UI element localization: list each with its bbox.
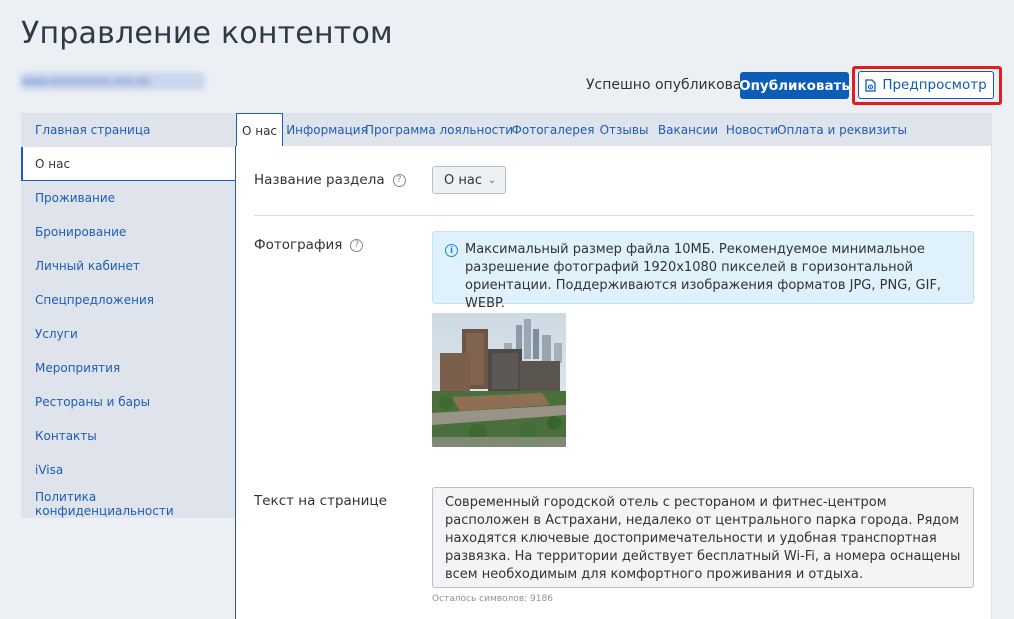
document-icon bbox=[865, 78, 876, 92]
sidebar-item-contacts[interactable]: Контакты bbox=[21, 419, 235, 453]
page-text-label: Текст на странице bbox=[254, 493, 387, 509]
photo-field-label: Фотография ? bbox=[254, 237, 364, 253]
sidebar-item-offers[interactable]: Спецпредложения bbox=[21, 283, 235, 317]
tab-reviews[interactable]: Отзывы bbox=[599, 113, 649, 147]
tab-news[interactable]: Новости bbox=[725, 113, 779, 147]
tab-payment[interactable]: Оплата и реквизиты bbox=[777, 113, 907, 147]
sidebar-item-events[interactable]: Мероприятия bbox=[21, 351, 235, 385]
section-name-field-label: Название раздела ? bbox=[254, 172, 406, 188]
photo-info-text: Максимальный размер файла 10МБ. Рекоменд… bbox=[465, 242, 942, 311]
sidebar-item-privacy[interactable]: Политика конфиденциальности bbox=[21, 487, 235, 521]
tab-bar: О нас Информация Программа лояльности Фо… bbox=[235, 113, 992, 148]
sidebar-item-about[interactable]: О нас bbox=[21, 147, 235, 181]
hotel-photo[interactable] bbox=[432, 313, 566, 447]
tab-vacancies[interactable]: Вакансии bbox=[657, 113, 719, 147]
sidebar-item-restaurants[interactable]: Рестораны и бары bbox=[21, 385, 235, 419]
section-name-select[interactable]: О нас ⌄ bbox=[432, 166, 506, 194]
publish-button[interactable]: Опубликовать bbox=[739, 72, 850, 99]
sidebar-item-account[interactable]: Личный кабинет bbox=[21, 249, 235, 283]
hotel-photo-image bbox=[432, 313, 566, 447]
help-icon[interactable]: ? bbox=[392, 173, 406, 187]
publish-status: Успешно опубликовано bbox=[586, 77, 760, 93]
sidebar-item-accommodation[interactable]: Проживание bbox=[21, 181, 235, 215]
section-name-value: О нас bbox=[444, 172, 482, 188]
tab-information[interactable]: Информация bbox=[286, 113, 368, 147]
preview-label: Предпросмотр bbox=[882, 77, 987, 93]
site-url-link[interactable]: www.nnnnnnnnn.nnn.nn bbox=[21, 72, 205, 90]
page-text-field-label: Текст на странице bbox=[254, 493, 387, 509]
page-text-textarea[interactable]: Современный городской отель с рестораном… bbox=[432, 487, 974, 588]
sidebar-item-ivisa[interactable]: iVisa bbox=[21, 453, 235, 487]
sidebar: Главная страница О нас Проживание Бронир… bbox=[21, 113, 235, 518]
sidebar-item-services[interactable]: Услуги bbox=[21, 317, 235, 351]
chars-remaining: Осталось символов: 9186 bbox=[432, 594, 553, 604]
info-icon: i bbox=[445, 244, 458, 257]
preview-button[interactable]: Предпросмотр bbox=[858, 71, 994, 99]
divider bbox=[254, 215, 974, 216]
page-title: Управление контентом bbox=[21, 16, 393, 51]
photo-info-box: i Максимальный размер файла 10МБ. Рекоме… bbox=[432, 231, 974, 311]
sidebar-item-booking[interactable]: Бронирование bbox=[21, 215, 235, 249]
tab-gallery[interactable]: Фотогалерея bbox=[512, 113, 595, 147]
chevron-down-icon: ⌄ bbox=[487, 174, 497, 186]
sidebar-item-home[interactable]: Главная страница bbox=[21, 113, 235, 147]
tab-loyalty[interactable]: Программа лояльности bbox=[365, 113, 513, 147]
tab-about[interactable]: О нас bbox=[236, 113, 283, 148]
help-icon[interactable]: ? bbox=[350, 238, 364, 252]
section-name-label: Название раздела bbox=[254, 172, 385, 188]
photo-label: Фотография bbox=[254, 237, 343, 253]
content-panel: Название раздела ? О нас ⌄ Фотография ? … bbox=[235, 146, 992, 619]
